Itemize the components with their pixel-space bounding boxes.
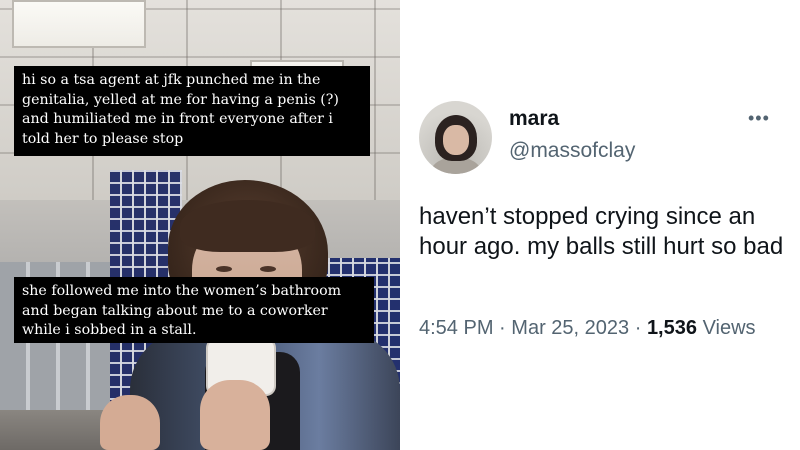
views-count: 1,536: [646, 317, 697, 339]
user-handle[interactable]: @massofclay: [509, 139, 635, 163]
display-name[interactable]: mara: [509, 107, 559, 131]
eye: [260, 266, 276, 272]
avatar-face: [443, 125, 469, 155]
separator: ·: [499, 317, 506, 339]
separator: ·: [634, 317, 642, 339]
eye: [216, 266, 232, 272]
tweet-text: haven’t stopped crying since an hour ago…: [419, 203, 784, 260]
ceiling-light: [12, 0, 146, 48]
more-horizontal-icon[interactable]: •••: [748, 108, 770, 129]
views-label: Views: [702, 317, 756, 339]
thumbs-up-hand: [100, 395, 160, 450]
tweet-metadata: 4:54 PM · Mar 25, 2023 · 1,536 Views: [419, 317, 756, 340]
tweet-date[interactable]: Mar 25, 2023: [511, 317, 629, 339]
selfie-photo: hi so a tsa agent at jfk punched me in t…: [0, 0, 400, 450]
person-bangs: [180, 200, 315, 252]
caption-bottom: she followed me into the women’s bathroo…: [14, 277, 374, 343]
avatar[interactable]: [419, 101, 492, 174]
hand: [200, 380, 270, 450]
caption-top: hi so a tsa agent at jfk punched me in t…: [14, 66, 370, 156]
tweet-time[interactable]: 4:54 PM: [419, 317, 493, 339]
